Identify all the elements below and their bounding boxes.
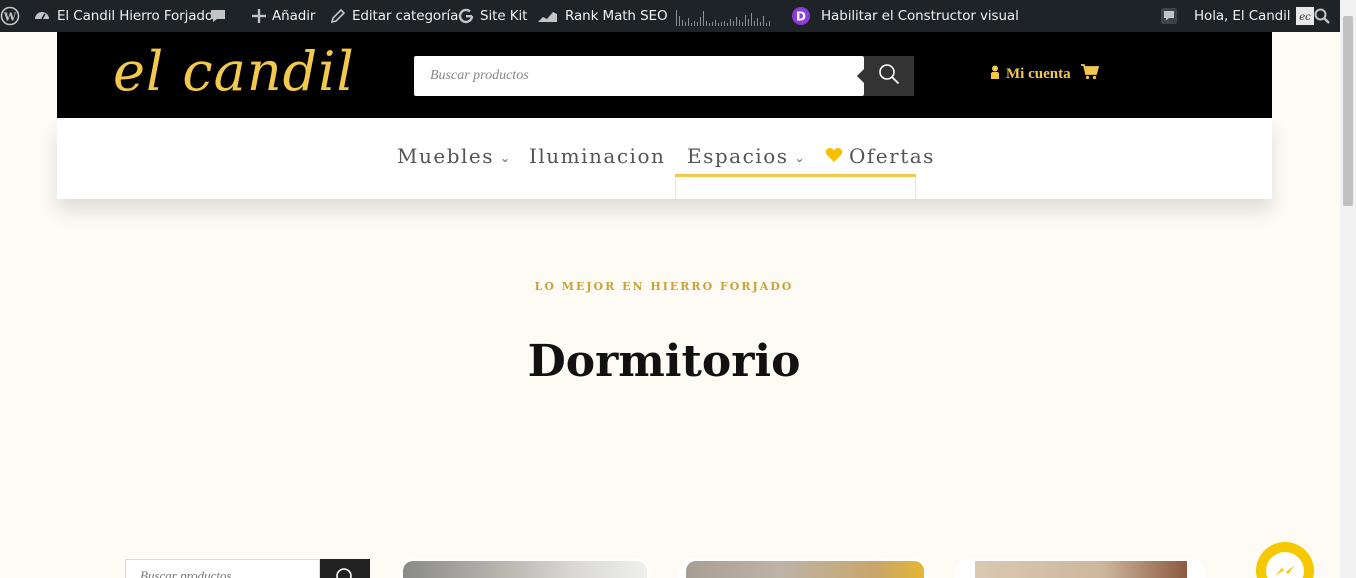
svg-text:ec: ec <box>1300 12 1312 23</box>
add-new-label: Añadir <box>272 8 316 24</box>
search-icon <box>335 567 355 578</box>
google-icon <box>458 8 474 24</box>
account-label: Mi cuenta <box>1006 66 1071 82</box>
nav-item-label: Ofertas <box>849 144 935 168</box>
heart-icon <box>825 144 843 168</box>
rank-math-label: Rank Math SEO <box>565 8 668 24</box>
nav-item-label: Muebles <box>397 144 494 168</box>
edit-category-label: Editar categoría <box>352 8 459 24</box>
product-search-button[interactable] <box>864 56 914 96</box>
scrollbar-thumb[interactable] <box>1343 16 1353 206</box>
site-kit-link[interactable]: Site Kit <box>458 0 527 32</box>
add-new-link[interactable]: Añadir <box>252 0 315 32</box>
main-navigation: Muebles ⌄ Iluminacion Espacios ⌄ Ofertas <box>57 118 1272 199</box>
user-icon <box>990 65 1000 84</box>
account-link[interactable]: Mi cuenta <box>990 64 1099 85</box>
traffic-sparkline[interactable] <box>675 0 771 32</box>
page-title: Dormitorio <box>527 336 801 387</box>
product-card[interactable] <box>955 559 1205 578</box>
messenger-chat-button[interactable] <box>1256 542 1314 578</box>
admin-bar: W El Candil Hierro Forjado Añadir Editar… <box>0 0 1340 32</box>
avatar: ec <box>1296 7 1315 25</box>
svg-text:D: D <box>796 10 806 24</box>
visual-builder-label: Habilitar el Constructor visual <box>821 8 1019 24</box>
comment-icon <box>210 8 226 24</box>
cart-icon[interactable] <box>1080 64 1099 85</box>
rank-math-icon <box>537 8 559 24</box>
nav-item-label: Espacios <box>687 144 789 168</box>
product-search-input[interactable] <box>430 56 850 96</box>
sidebar-search-button[interactable] <box>320 559 370 578</box>
sidebar-search-box <box>125 559 320 578</box>
dashboard-icon <box>33 7 51 25</box>
product-image <box>686 561 924 578</box>
sidebar-search-input[interactable] <box>140 568 315 578</box>
comment-icon <box>1160 7 1178 25</box>
user-account-link[interactable]: Hola, El Candil ec <box>1194 0 1315 32</box>
product-card[interactable] <box>400 559 650 578</box>
site-kit-label: Site Kit <box>480 8 528 24</box>
messenger-icon <box>1266 552 1304 578</box>
site-name-link[interactable]: El Candil Hierro Forjado <box>33 0 213 32</box>
rank-math-link[interactable]: Rank Math SEO <box>537 0 668 32</box>
site-logo[interactable]: el candil <box>113 40 355 103</box>
product-search-box <box>414 56 864 96</box>
admin-search-button[interactable] <box>1314 0 1330 32</box>
comments-link[interactable] <box>210 0 226 32</box>
search-icon <box>1314 8 1330 24</box>
wordpress-icon[interactable]: W <box>0 0 20 32</box>
chevron-down-icon: ⌄ <box>500 151 512 165</box>
nav-item-ofertas[interactable]: Ofertas <box>825 144 935 168</box>
nav-item-espacios[interactable]: Espacios ⌄ <box>687 144 806 168</box>
plus-icon <box>252 9 266 23</box>
product-card[interactable] <box>678 559 928 578</box>
notifications-link[interactable] <box>1160 0 1178 32</box>
svg-text:W: W <box>3 11 17 24</box>
nav-item-label: Iluminacion <box>529 144 666 168</box>
site-name: El Candil Hierro Forjado <box>57 8 214 24</box>
edit-category-link[interactable]: Editar categoría <box>330 0 458 32</box>
site-header: el candil Mi cuenta <box>57 32 1272 118</box>
search-button-notch <box>857 69 864 83</box>
pencil-icon <box>330 8 346 24</box>
chevron-down-icon: ⌄ <box>794 151 807 165</box>
search-icon <box>878 63 900 90</box>
espacios-dropdown <box>675 177 916 199</box>
divi-icon: D <box>791 6 811 26</box>
nav-item-iluminacion[interactable]: Iluminacion <box>529 144 665 168</box>
page-scrollbar[interactable] <box>1340 0 1356 578</box>
nav-item-muebles[interactable]: Muebles ⌄ <box>397 144 512 168</box>
visual-builder-link[interactable]: D Habilitar el Constructor visual <box>791 0 1019 32</box>
product-image <box>975 561 1187 578</box>
hero-eyebrow: LO MEJOR EN HIERRO FORJADO <box>534 280 794 293</box>
user-greeting: Hola, El Candil <box>1194 8 1291 24</box>
product-image <box>403 561 647 578</box>
